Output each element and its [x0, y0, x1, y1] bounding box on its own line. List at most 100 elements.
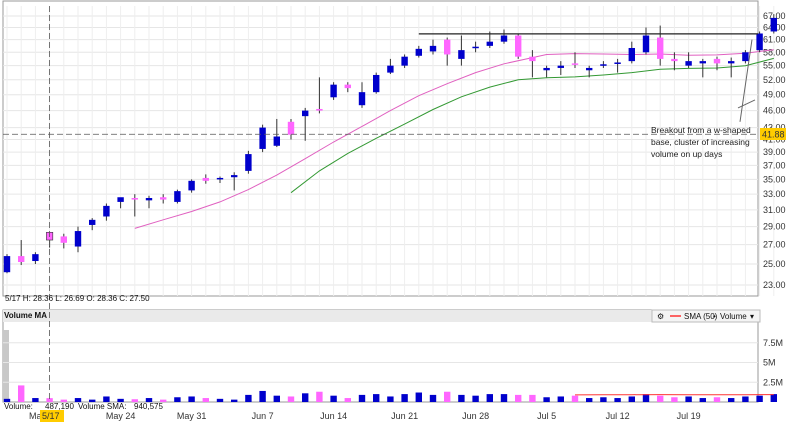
- candle-body: [713, 58, 721, 64]
- volume-bar: [770, 394, 777, 402]
- volume-bar: [245, 394, 252, 402]
- volume-bar: [316, 391, 323, 402]
- volume-tick-label: 2.5M: [763, 377, 783, 387]
- volume-bar: [373, 394, 380, 402]
- date-tick-label: May 31: [177, 411, 207, 421]
- date-tick-label: May 24: [106, 411, 136, 421]
- candle-body: [145, 198, 153, 201]
- date-axis-labels: May 24 May 31 Jun 7 Jun 14 Jun 21 Jun 28 Jul 5…: [106, 411, 701, 421]
- candle-body: [529, 56, 536, 62]
- candle-body: [628, 47, 635, 62]
- date-tick-label: Jul 5: [537, 411, 556, 421]
- date-tick-label: Jul 19: [677, 411, 701, 421]
- volume-bar: [358, 394, 366, 402]
- volume-bar: [330, 395, 337, 402]
- date-tick-label: Jun 14: [320, 411, 347, 421]
- annotation-line-3: volume on up days: [651, 149, 722, 159]
- candle-body: [586, 67, 593, 71]
- candle-body: [188, 180, 195, 191]
- candle-body: [614, 62, 621, 64]
- crosshair-date-label: 5/17: [42, 411, 60, 421]
- candle-body: [259, 127, 266, 149]
- volume-bar: [32, 398, 39, 402]
- annotation-line-1: Breakout from a w-shaped: [651, 125, 751, 135]
- date-tick-label: Jun 28: [462, 411, 489, 421]
- volume-bar: [685, 396, 692, 402]
- candle-body: [273, 136, 280, 146]
- volume-bar: [472, 395, 479, 402]
- candle-body: [472, 46, 479, 49]
- candle-body: [543, 67, 550, 71]
- candle-body: [657, 37, 664, 59]
- legend-chevron-icon[interactable]: ▾: [750, 312, 754, 321]
- candle-body: [344, 84, 351, 89]
- volume-bar: [287, 396, 295, 402]
- volume-bar: [500, 394, 508, 402]
- price-tick-label: 55.00: [763, 61, 786, 71]
- crosshair-date-tag: Ma 5/17: [29, 410, 64, 422]
- crosshair-price-label: 41.88: [762, 130, 785, 140]
- volume-tick-label: 5M: [763, 358, 776, 368]
- volume-sma-label: Volume SMA:: [78, 402, 126, 411]
- volume-bar: [628, 396, 635, 402]
- candle-body: [160, 197, 167, 200]
- price-tick-label: 31.00: [763, 205, 786, 215]
- candle-body: [316, 108, 323, 111]
- candle-body: [74, 231, 82, 247]
- candle-body: [557, 65, 564, 68]
- price-tick-label: 29.00: [763, 222, 786, 232]
- volume-tick-label: 7.5M: [763, 338, 783, 348]
- volume-bar: [713, 397, 721, 402]
- volume-panel-header: [3, 310, 758, 322]
- volume-bar: [515, 394, 522, 402]
- candle-body: [302, 110, 309, 117]
- volume-bar: [344, 398, 351, 402]
- volume-bar: [444, 391, 451, 402]
- volume-scrollbar: [3, 330, 9, 402]
- volume-bar: [231, 399, 238, 402]
- volume-sma-value: 940,575: [134, 402, 163, 411]
- stock-chart: 23.00 25.00 27.00 29.00 31.00 33.00 35.00 37.00…: [2, 0, 786, 422]
- price-tick-label: 49.00: [763, 90, 786, 100]
- price-axis-labels: 23.00 25.00 27.00 29.00 31.00 33.00 35.00 37.00…: [763, 11, 786, 290]
- volume-bar: [728, 398, 735, 402]
- candle-body: [699, 61, 706, 64]
- candle-body: [429, 45, 437, 52]
- candle-body: [571, 63, 579, 65]
- volume-legend[interactable]: ⚙ SMA (50) • Volume ▾: [651, 309, 761, 323]
- price-tick-label: 23.00: [763, 280, 786, 290]
- candle-body: [728, 61, 735, 64]
- volume-bar: [657, 395, 664, 402]
- candle-body: [3, 256, 11, 273]
- candle-body: [415, 48, 422, 56]
- candle-body: [32, 254, 39, 262]
- volume-panel: [2, 309, 759, 403]
- volume-bar: [259, 390, 266, 402]
- volume-bar: [557, 396, 564, 402]
- price-tick-label: 27.00: [763, 240, 786, 250]
- candle-body: [770, 17, 777, 32]
- candle-body: [756, 33, 763, 51]
- chart-frame: [2, 0, 759, 403]
- candle-body: [500, 35, 508, 42]
- candlestick: [373, 72, 380, 94]
- price-tick-label: 35.00: [763, 174, 786, 184]
- candle-body: [685, 61, 692, 66]
- legend-settings-icon[interactable]: ⚙: [657, 312, 664, 321]
- volume-bar: [486, 394, 493, 402]
- volume-bar: [458, 394, 465, 402]
- candle-body: [216, 177, 224, 180]
- candle-body: [245, 154, 252, 171]
- volume-bar: [415, 392, 422, 402]
- price-tick-label: 33.00: [763, 189, 786, 199]
- candle-body: [458, 50, 465, 59]
- volume-bar: [387, 396, 394, 402]
- price-tick-label: 37.00: [763, 160, 786, 170]
- volume-bar: [174, 397, 181, 402]
- price-tick-label: 25.00: [763, 259, 786, 269]
- candlestick: [756, 31, 763, 53]
- candle-body: [131, 198, 138, 200]
- price-tick-label: 61.00: [763, 35, 786, 45]
- candle-body: [387, 65, 394, 73]
- volume-bar: [302, 393, 309, 402]
